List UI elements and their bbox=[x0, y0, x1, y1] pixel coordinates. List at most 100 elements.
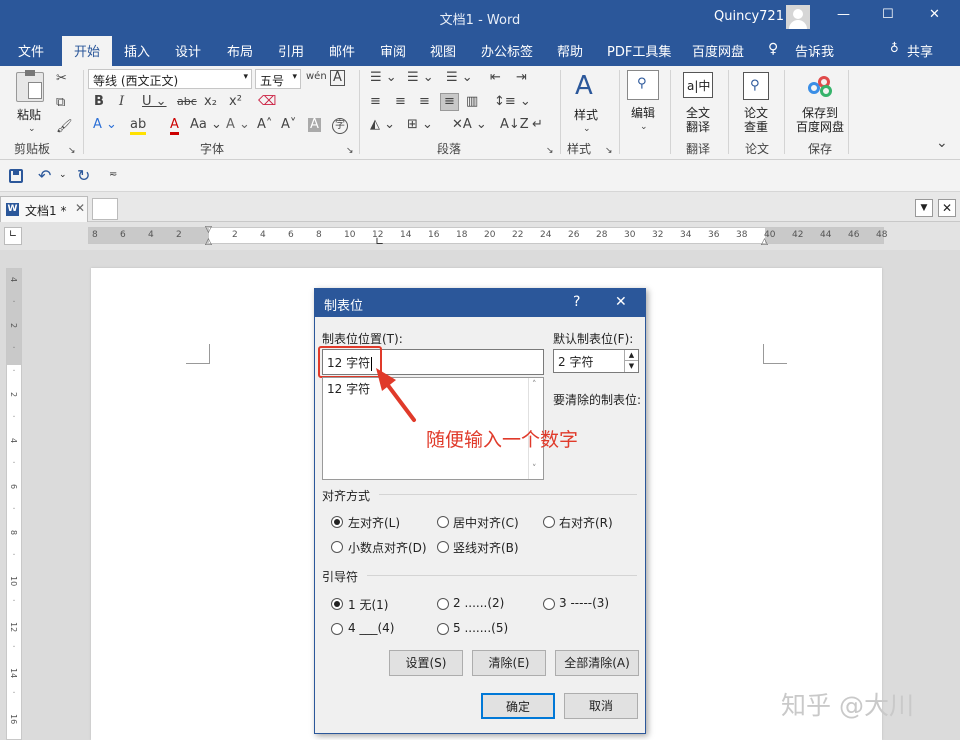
close-tab-icon[interactable]: ✕ bbox=[75, 201, 85, 215]
font-size-combo[interactable]: 五号 ▾ bbox=[255, 69, 301, 89]
undo-icon[interactable]: ↶ bbox=[38, 166, 51, 185]
paper-check-button[interactable]: 论文 查重 bbox=[744, 106, 768, 134]
collapse-ribbon-icon[interactable]: ⌄ bbox=[936, 136, 948, 150]
chinese-layout-icon[interactable]: ✕A ⌄ bbox=[452, 118, 487, 132]
align-right-icon[interactable]: ≡ bbox=[419, 95, 430, 109]
help-button[interactable]: ? bbox=[573, 294, 580, 310]
translate-button[interactable]: 全文 翻译 bbox=[686, 106, 710, 134]
tab-office-tabs[interactable]: 办公标签 bbox=[481, 41, 533, 60]
align-left-radio[interactable] bbox=[331, 516, 343, 528]
close-all-tabs-button[interactable]: ✕ bbox=[938, 199, 956, 217]
close-window-button[interactable]: ✕ bbox=[929, 7, 940, 22]
doc-tab[interactable]: W 文档1 * ✕ bbox=[0, 196, 88, 222]
align-right-radio[interactable] bbox=[543, 516, 555, 528]
right-indent-marker[interactable]: △ bbox=[761, 237, 768, 247]
leader-dots-label[interactable]: 2 ......(2) bbox=[453, 596, 504, 610]
hanging-indent-marker[interactable]: △ bbox=[205, 237, 212, 247]
shading-icon[interactable]: ◭ ⌄ bbox=[370, 118, 395, 132]
edit-button[interactable]: 编辑 bbox=[631, 104, 655, 121]
chevron-down-icon[interactable]: ⌄ bbox=[640, 120, 648, 134]
dialog-launcher-icon[interactable]: ↘ bbox=[605, 144, 613, 158]
save-baidu-button[interactable]: 保存到 百度网盘 bbox=[796, 106, 844, 134]
cut-icon[interactable]: ✂ bbox=[56, 72, 67, 86]
leader-none-label[interactable]: 1 无(1) bbox=[348, 596, 388, 613]
show-marks-icon[interactable]: ↵ bbox=[532, 118, 543, 132]
align-right-label[interactable]: 右对齐(R) bbox=[559, 514, 613, 531]
dialog-launcher-icon[interactable]: ↘ bbox=[346, 144, 354, 158]
save-icon[interactable] bbox=[9, 169, 23, 183]
chevron-down-icon[interactable]: ⌄ bbox=[28, 122, 36, 136]
set-button[interactable]: 设置(S) bbox=[389, 650, 463, 676]
tab-selector-icon[interactable]: ∟ bbox=[4, 227, 22, 245]
scroll-up-icon[interactable]: ˄ bbox=[532, 380, 537, 390]
leader-middots-label[interactable]: 5 .......(5) bbox=[453, 621, 508, 635]
char-shading-icon[interactable]: A ⌄ bbox=[226, 118, 250, 132]
chevron-down-icon[interactable]: ⌄ bbox=[59, 170, 67, 180]
redo-icon[interactable]: ↻ bbox=[77, 166, 90, 185]
distributed-icon[interactable]: ▥ bbox=[466, 95, 478, 109]
list-item[interactable]: 12 字符 bbox=[327, 380, 370, 397]
dialog-launcher-icon[interactable]: ↘ bbox=[68, 144, 76, 158]
sort-icon[interactable]: A↓Z bbox=[500, 118, 529, 132]
tab-list-dropdown[interactable]: ▼ bbox=[915, 199, 933, 217]
spin-down-icon[interactable]: ▼ bbox=[624, 361, 638, 372]
font-name-combo[interactable]: 等线 (西文正文) ▾ bbox=[88, 69, 252, 89]
scroll-down-icon[interactable]: ˅ bbox=[532, 464, 537, 474]
tab-mailings[interactable]: 邮件 bbox=[329, 41, 355, 60]
enclose-char-icon[interactable]: 字 bbox=[332, 118, 348, 134]
align-left-icon[interactable]: ≡ bbox=[370, 95, 381, 109]
clear-all-button[interactable]: 全部清除(A) bbox=[555, 650, 639, 676]
dialog-launcher-icon[interactable]: ↘ bbox=[546, 144, 554, 158]
first-line-indent-marker[interactable]: ▽ bbox=[205, 225, 212, 235]
char-border-icon[interactable]: A bbox=[330, 70, 345, 86]
align-left-label[interactable]: 左对齐(L) bbox=[348, 514, 400, 531]
tab-insert[interactable]: 插入 bbox=[124, 41, 150, 60]
vertical-ruler[interactable]: 4 · 2 · · 2 · 4 · 6 · 8 · 10 · 12 · 14 · 16 bbox=[6, 268, 22, 740]
tab-file[interactable]: 文件 bbox=[18, 41, 44, 60]
format-painter-icon[interactable]: 🖌 bbox=[56, 120, 73, 134]
clear-button[interactable]: 清除(E) bbox=[472, 650, 546, 676]
leader-underline-radio[interactable] bbox=[331, 623, 343, 635]
shrink-font-icon[interactable]: A˅ bbox=[281, 118, 296, 132]
change-case-icon[interactable]: Aa ⌄ bbox=[190, 118, 222, 132]
align-bar-radio[interactable] bbox=[437, 541, 449, 553]
numbering-icon[interactable]: ☰ ⌄ bbox=[407, 71, 434, 85]
superscript-icon[interactable]: x² bbox=[229, 95, 242, 109]
leader-dots-radio[interactable] bbox=[437, 598, 449, 610]
phonetic-guide-icon[interactable]: wén bbox=[306, 70, 327, 84]
tab-pdf[interactable]: PDF工具集 bbox=[607, 41, 671, 60]
tab-stop-marker[interactable]: ∟ bbox=[375, 235, 384, 248]
maximize-button[interactable]: ☐ bbox=[882, 7, 894, 22]
paste-button[interactable]: 粘贴 bbox=[17, 106, 41, 123]
leader-underline-label[interactable]: 4 ___(4) bbox=[348, 621, 394, 635]
default-tabs-spinner[interactable]: 2 字符 ▲ ▼ bbox=[553, 349, 639, 373]
bold-icon[interactable]: B bbox=[94, 95, 104, 109]
tab-review[interactable]: 审阅 bbox=[380, 41, 406, 60]
minimize-button[interactable]: — bbox=[837, 7, 850, 22]
decrease-indent-icon[interactable]: ⇤ bbox=[490, 71, 501, 85]
horizontal-ruler[interactable]: 8 6 4 2 2 4 6 8 10 12 14 16 18 20 22 24 26 28 30 32 34 36 38 40… bbox=[88, 225, 887, 248]
ok-button[interactable]: 确定 bbox=[481, 693, 555, 719]
align-center-label[interactable]: 居中对齐(C) bbox=[453, 514, 519, 531]
subscript-icon[interactable]: x₂ bbox=[204, 95, 217, 109]
text-effects-icon[interactable]: A ⌄ bbox=[93, 118, 117, 132]
justify-icon[interactable]: ≡ bbox=[440, 93, 459, 111]
multilevel-list-icon[interactable]: ☰ ⌄ bbox=[446, 71, 473, 85]
dialog-close-button[interactable]: ✕ bbox=[615, 294, 627, 310]
highlight-icon[interactable]: ab bbox=[130, 118, 147, 135]
italic-icon[interactable]: I bbox=[119, 95, 124, 109]
new-tab-button[interactable] bbox=[92, 198, 118, 220]
tab-view[interactable]: 视图 bbox=[430, 41, 456, 60]
tell-me-search[interactable]: 告诉我 bbox=[795, 41, 834, 60]
avatar[interactable] bbox=[786, 5, 810, 29]
tab-layout[interactable]: 布局 bbox=[227, 41, 253, 60]
share-button[interactable]: 共享 bbox=[907, 41, 933, 60]
font-color-icon[interactable]: A bbox=[170, 118, 179, 135]
leader-middots-radio[interactable] bbox=[437, 623, 449, 635]
styles-button[interactable]: 样式 bbox=[574, 106, 598, 123]
char-shading-block-icon[interactable]: A bbox=[308, 118, 321, 132]
clear-format-icon[interactable]: ⌫ bbox=[258, 95, 276, 109]
spin-up-icon[interactable]: ▲ bbox=[624, 350, 638, 361]
align-decimal-label[interactable]: 小数点对齐(D) bbox=[348, 539, 427, 556]
align-decimal-radio[interactable] bbox=[331, 541, 343, 553]
